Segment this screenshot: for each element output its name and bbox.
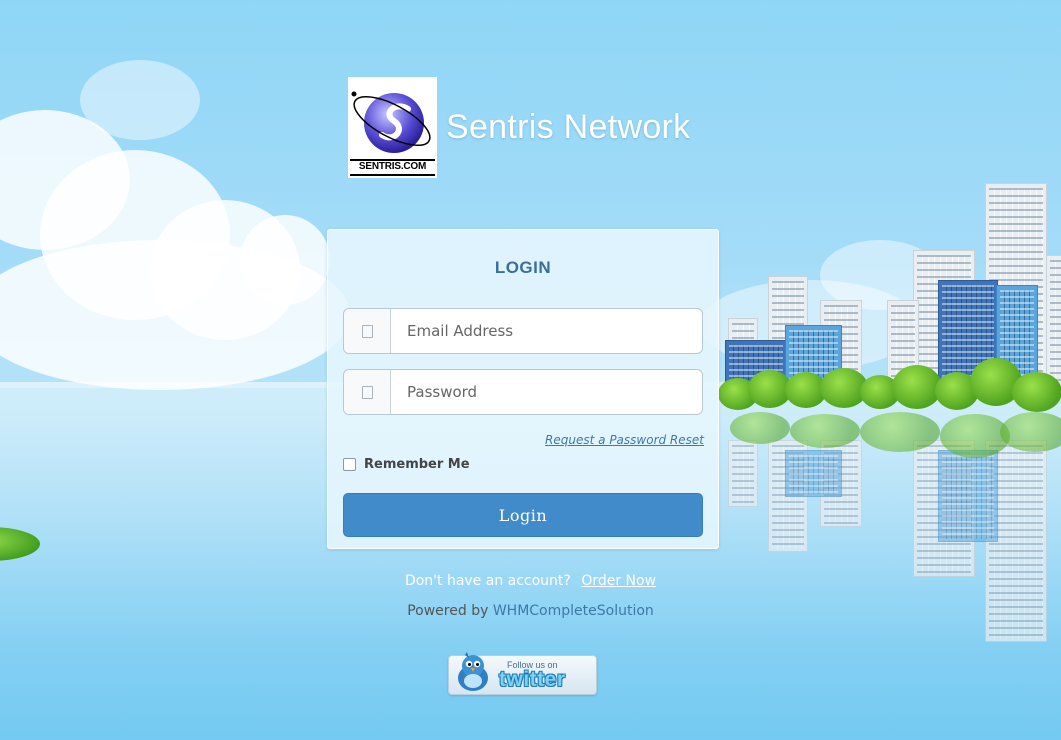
tree-reflection <box>1000 412 1061 452</box>
globe-logo-icon <box>351 91 431 153</box>
remember-me[interactable]: Remember Me <box>343 457 470 472</box>
site-logo[interactable]: SENTRIS.COM <box>348 77 437 178</box>
building-reflection <box>728 440 758 507</box>
tree <box>1012 372 1061 412</box>
cloud <box>80 60 200 140</box>
password-reset-link[interactable]: Request a Password Reset <box>545 433 704 447</box>
tree-reflection <box>940 414 1010 458</box>
twitter-bird-icon <box>458 652 488 691</box>
email-input-group <box>343 308 703 354</box>
email-field[interactable] <box>391 309 702 353</box>
signup-text: Don't have an account? <box>404 573 571 589</box>
whmcs-link[interactable]: WHMCompleteSolution <box>493 603 654 619</box>
site-brand[interactable]: SENTRIS.COM Sentris Network <box>348 77 690 178</box>
password-input-group <box>343 369 703 415</box>
logo-wordmark: SENTRIS.COM <box>350 159 435 176</box>
building-reflection <box>938 450 998 542</box>
powered-by: Powered by WHMCompleteSolution <box>0 603 1061 619</box>
login-card: LOGIN Request a Password Reset Remember … <box>327 229 719 549</box>
tree-reflection <box>860 412 940 452</box>
powered-text: Powered by <box>407 603 489 619</box>
signup-prompt: Don't have an account? Order Now <box>0 573 1061 589</box>
tree-reflection <box>730 412 790 444</box>
remember-checkbox[interactable] <box>343 458 356 471</box>
order-now-link[interactable]: Order Now <box>581 573 656 589</box>
cloud <box>0 240 350 390</box>
building <box>1046 255 1061 387</box>
login-button[interactable]: Login <box>343 493 703 537</box>
login-title: LOGIN <box>494 258 552 277</box>
password-field[interactable] <box>391 370 702 414</box>
tree-reflection <box>790 414 860 448</box>
twitter-follow-button[interactable]: Follow us on twitter <box>448 652 597 695</box>
twitter-wordmark: twitter <box>499 668 566 691</box>
remember-label[interactable]: Remember Me <box>364 457 470 472</box>
user-icon <box>344 309 391 353</box>
building-reflection <box>785 450 842 497</box>
background-scene: SENTRIS.COM Sentris Network LOGIN Reques… <box>0 0 1061 740</box>
site-name[interactable]: Sentris Network <box>446 108 690 147</box>
lock-icon <box>344 370 391 414</box>
